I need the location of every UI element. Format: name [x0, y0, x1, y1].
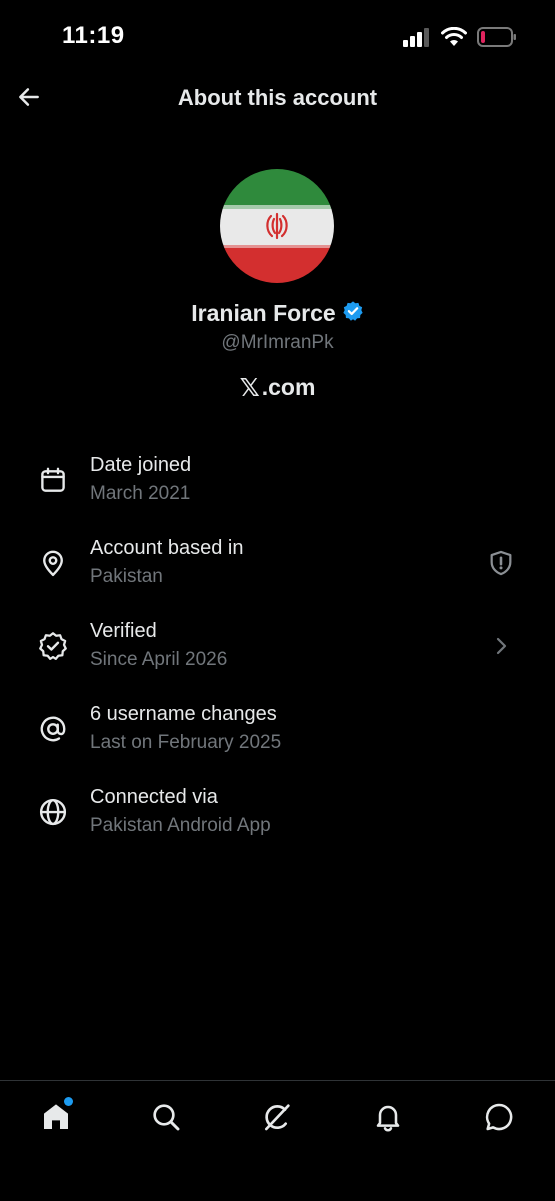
shield-alert-icon[interactable] — [485, 547, 517, 579]
user-handle: @MrImranPk — [221, 332, 334, 353]
status-bar: 11:19 — [0, 0, 555, 70]
verified-badge-icon — [342, 300, 364, 327]
chevron-right-icon — [485, 630, 517, 662]
avatar — [220, 169, 334, 283]
bottom-nav — [0, 1080, 555, 1201]
info-item-username-changes: 6 username changes Last on February 2025 — [0, 697, 555, 780]
info-item-account-based-in: Account based in Pakistan — [0, 531, 555, 614]
at-sign-icon — [36, 712, 70, 746]
calendar-icon — [36, 463, 70, 497]
header: About this account — [0, 70, 555, 128]
info-title: 6 username changes — [90, 703, 277, 725]
cellular-signal-icon — [403, 27, 431, 47]
nav-search[interactable] — [144, 1097, 188, 1141]
info-subtitle: Last on February 2025 — [90, 732, 282, 753]
bell-icon — [372, 1101, 404, 1138]
info-subtitle: Pakistan Android App — [90, 815, 271, 836]
info-item-date-joined: Date joined March 2021 — [0, 448, 555, 531]
info-title: Date joined — [90, 454, 192, 476]
location-pin-icon — [36, 546, 70, 580]
home-icon — [40, 1101, 72, 1138]
info-subtitle: Since April 2026 — [90, 649, 228, 670]
account-info-list: Date joined March 2021 Account based in … — [0, 448, 555, 863]
grok-icon — [261, 1101, 293, 1138]
wifi-icon — [441, 27, 467, 47]
info-subtitle: March 2021 — [90, 483, 191, 504]
verified-badge-icon — [36, 629, 70, 663]
nav-grok[interactable] — [255, 1097, 299, 1141]
info-item-verified[interactable]: Verified Since April 2026 — [0, 614, 555, 697]
nav-messages[interactable] — [477, 1097, 521, 1141]
search-icon — [150, 1101, 182, 1138]
chat-icon — [483, 1101, 515, 1138]
nav-notifications[interactable] — [366, 1097, 410, 1141]
status-icons — [403, 26, 517, 48]
x-logo-icon: 𝕏 — [239, 373, 260, 402]
display-name-row: Iranian Force — [0, 300, 555, 327]
notification-dot — [64, 1097, 73, 1106]
info-subtitle: Pakistan — [90, 566, 163, 587]
status-time: 11:19 — [62, 22, 125, 49]
info-item-connected-via: Connected via Pakistan Android App — [0, 780, 555, 863]
page-title: About this account — [177, 85, 378, 110]
info-title: Connected via — [90, 786, 218, 808]
info-title: Account based in — [90, 537, 244, 559]
display-name: Iranian Force — [191, 300, 336, 326]
platform-domain: .com — [261, 374, 316, 400]
globe-icon — [36, 795, 70, 829]
battery-icon — [477, 26, 517, 48]
nav-home[interactable] — [34, 1097, 78, 1141]
info-title: Verified — [90, 620, 157, 642]
platform-label: 𝕏 .com — [0, 373, 555, 402]
